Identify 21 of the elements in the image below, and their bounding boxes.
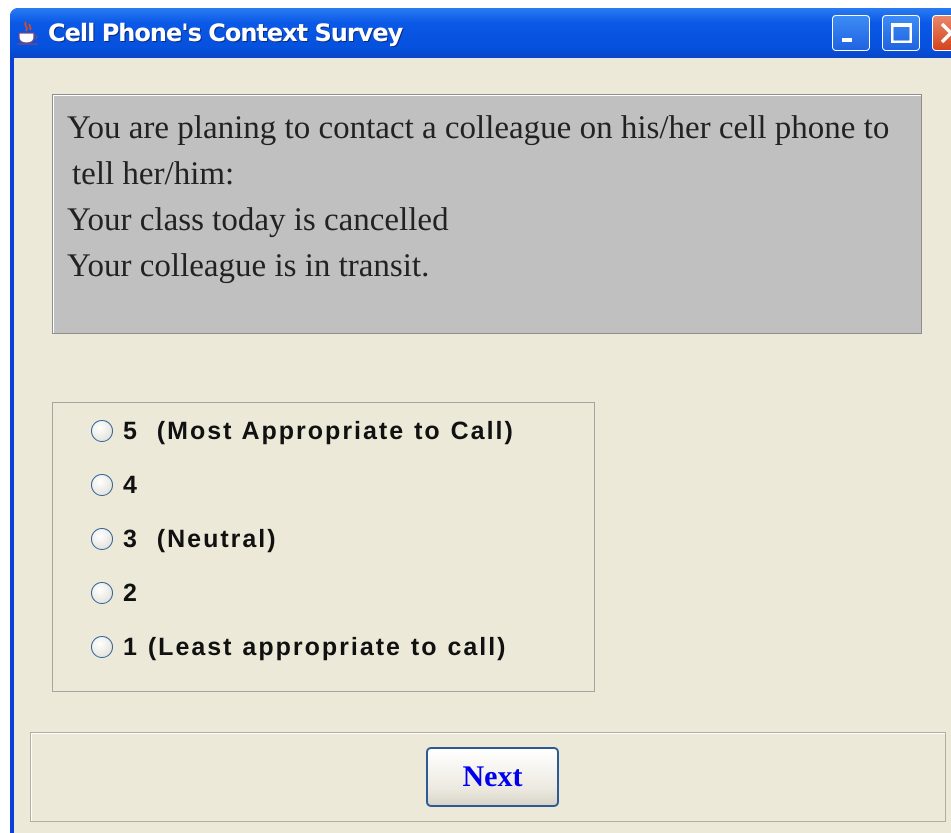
message-line: You are planing to contact a colleague on his/her cell phone to bbox=[67, 109, 890, 148]
radio-button[interactable] bbox=[91, 474, 113, 496]
maximize-button[interactable] bbox=[882, 15, 920, 51]
message-line: Your colleague is in transit. bbox=[67, 247, 430, 286]
radio-button[interactable] bbox=[91, 420, 113, 442]
rating-radio-option[interactable]: 4 bbox=[91, 458, 139, 512]
message-line: Your class today is cancelled bbox=[67, 201, 449, 240]
maximize-icon bbox=[890, 23, 912, 43]
minimize-button[interactable] bbox=[832, 15, 870, 51]
message-line: tell her/him: bbox=[72, 155, 234, 194]
coffee-cup-icon bbox=[16, 20, 40, 46]
radio-button[interactable] bbox=[91, 528, 113, 550]
radio-button[interactable] bbox=[91, 636, 113, 658]
rating-radio-option[interactable]: 2 bbox=[91, 566, 139, 620]
rating-radio-option[interactable]: 5 (Most Appropriate to Call) bbox=[91, 404, 515, 458]
radio-button[interactable] bbox=[91, 582, 113, 604]
rating-radio-option[interactable]: 1 (Least appropriate to call) bbox=[91, 620, 508, 674]
minimize-icon bbox=[842, 38, 852, 42]
window-title: Cell Phone's Context Survey bbox=[48, 19, 404, 47]
next-button[interactable]: Next bbox=[426, 747, 559, 807]
rating-radio-option[interactable]: 3 (Neutral) bbox=[91, 512, 278, 566]
